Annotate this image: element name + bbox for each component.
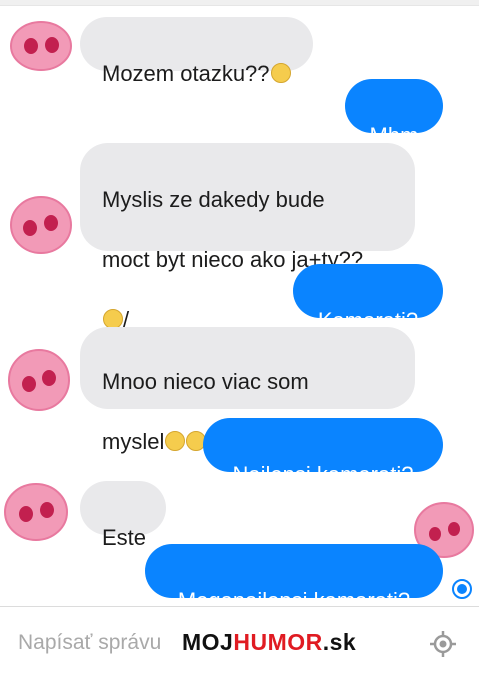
message-line: Myslis ze dakedy bude [102, 187, 325, 212]
message-text: Este [102, 525, 147, 550]
contact-avatar-icon[interactable] [2, 480, 70, 544]
watermark-part: HUMOR [233, 629, 323, 655]
seen-indicator-icon [452, 579, 472, 599]
watermark-logo: MOJHUMOR.sk [182, 629, 356, 656]
message-line: myslel [102, 429, 165, 454]
message-bubble-outgoing[interactable]: Meganajlepsi kamarati? [145, 544, 443, 613]
message-bubble-outgoing[interactable]: Mhm [345, 79, 443, 148]
smirk-face-icon [270, 63, 291, 83]
message-line: Mnoo nieco viac som [102, 369, 309, 394]
confused-face-icon [103, 309, 123, 329]
message-text: Mozem otazku?? [102, 61, 270, 86]
location-icon[interactable] [428, 629, 458, 659]
message-bubble-outgoing[interactable]: Najlepsi kamarati? [203, 418, 443, 487]
message-bubble-incoming[interactable]: Este [80, 481, 166, 550]
contact-avatar-icon[interactable] [8, 192, 74, 258]
message-bubble-outgoing[interactable]: Kamarati? [293, 264, 443, 333]
message-bubble-incoming[interactable]: Mnoo nieco viac som myslel [80, 327, 415, 454]
contact-avatar-icon[interactable] [6, 345, 72, 415]
header-divider [0, 0, 479, 6]
message-input-placeholder[interactable]: Napísať správu [18, 631, 161, 655]
message-bubble-incoming[interactable]: Myslis ze dakedy bude moct byt nieco ako… [80, 143, 415, 332]
message-composer[interactable]: Napísať správu MOJHUMOR.sk [0, 606, 479, 674]
watermark-part: MOJ [182, 629, 234, 655]
message-text: Najlepsi kamarati? [232, 462, 414, 487]
smirk-face-icon [165, 431, 186, 451]
watermark-part: .sk [322, 629, 357, 655]
message-bubble-incoming[interactable]: Mozem otazku?? [80, 17, 313, 86]
contact-avatar-icon[interactable] [8, 18, 74, 74]
